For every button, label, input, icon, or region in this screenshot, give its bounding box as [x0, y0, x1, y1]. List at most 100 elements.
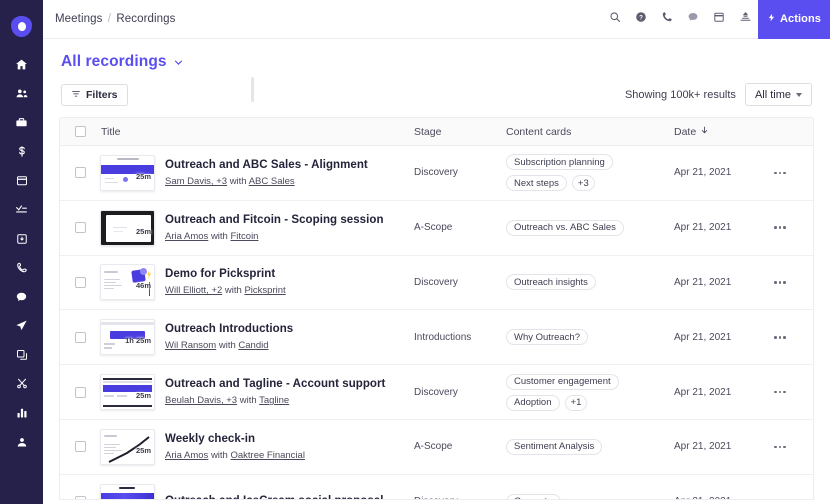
row-account[interactable]: Candid: [238, 340, 268, 351]
column-header-date[interactable]: Date: [674, 125, 766, 138]
row-actions-cell[interactable]: [766, 336, 813, 339]
row-account[interactable]: Fitcoin: [230, 231, 258, 242]
row-account[interactable]: Picksprint: [244, 285, 285, 296]
row-checkbox[interactable]: [74, 496, 86, 499]
recording-thumbnail[interactable]: [100, 483, 155, 499]
column-header-content-cards[interactable]: Content cards: [506, 126, 674, 138]
page-title-row[interactable]: All recordings: [61, 53, 830, 71]
content-card-pill[interactable]: Adoption: [506, 394, 560, 411]
row-checkbox[interactable]: [74, 167, 86, 179]
row-participants[interactable]: Beulah Davis, +3: [165, 395, 237, 406]
row-select-cell[interactable]: [60, 496, 100, 499]
row-checkbox[interactable]: [74, 386, 86, 398]
recording-thumbnail[interactable]: 25m: [100, 209, 155, 246]
row-actions-cell[interactable]: [766, 226, 813, 229]
row-title[interactable]: Outreach Introductions: [165, 322, 293, 337]
sidebar-item-profile[interactable]: [0, 427, 43, 456]
row-select-cell[interactable]: [60, 222, 100, 234]
more-options-icon[interactable]: [774, 226, 786, 229]
dialer-button[interactable]: [654, 0, 680, 39]
breadcrumb-parent[interactable]: Meetings: [55, 13, 102, 25]
recording-thumbnail[interactable]: 46m: [100, 264, 155, 301]
table-row[interactable]: 25m Outreach and ABC Sales - Alignment Sam…: [60, 146, 813, 201]
column-header-title[interactable]: Title: [100, 126, 414, 138]
row-select-cell[interactable]: [60, 441, 100, 453]
recording-thumbnail[interactable]: 25m: [100, 154, 155, 191]
more-options-icon[interactable]: [774, 336, 786, 339]
recording-thumbnail[interactable]: 25m: [100, 428, 155, 465]
row-actions-cell[interactable]: [766, 171, 813, 175]
row-title[interactable]: Outreach and Tagline - Account support: [165, 377, 385, 392]
row-account[interactable]: Tagline: [259, 395, 289, 406]
row-select-cell[interactable]: [60, 331, 100, 343]
more-options-icon[interactable]: [774, 445, 786, 449]
content-card-pill[interactable]: Why Outreach?: [506, 329, 588, 346]
sidebar-item-calendar[interactable]: [0, 166, 43, 195]
row-title[interactable]: Outreach and Fitcoin - Scoping session: [165, 213, 384, 228]
sidebar-item-reports[interactable]: [0, 398, 43, 427]
row-title[interactable]: Weekly check-in: [165, 432, 305, 447]
table-row[interactable]: 1h 25m Outreach Introductions Wil Ransom w…: [60, 310, 813, 366]
row-participants[interactable]: Aria Amos: [165, 450, 208, 461]
sidebar-item-snippets[interactable]: [0, 369, 43, 398]
row-checkbox[interactable]: [74, 222, 86, 234]
table-row[interactable]: 25m Weekly check-in Aria Amos with Oaktree…: [60, 419, 813, 475]
scroll-indicator[interactable]: [251, 77, 254, 102]
content-card-pill[interactable]: Customer engagement: [506, 373, 619, 390]
search-button[interactable]: [602, 0, 628, 39]
more-options-icon[interactable]: [774, 171, 786, 175]
table-row[interactable]: 46m Demo for Picksprint Will Elliott, +2 w…: [60, 255, 813, 311]
row-participants[interactable]: Will Elliott, +2: [165, 285, 222, 296]
content-card-pill[interactable]: Subscription planning: [506, 154, 613, 171]
content-card-pill[interactable]: Outreach vs. ABC Sales: [506, 219, 624, 236]
recording-thumbnail[interactable]: 1h 25m: [100, 319, 155, 356]
row-participants[interactable]: Wil Ransom: [165, 340, 216, 351]
row-checkbox[interactable]: [74, 276, 86, 288]
row-select-cell[interactable]: [60, 167, 100, 179]
row-select-cell[interactable]: [60, 276, 100, 288]
more-options-icon[interactable]: [774, 390, 786, 394]
table-row[interactable]: 25m Outreach and Tagline - Account suppor…: [60, 365, 813, 420]
more-options-icon[interactable]: [774, 281, 786, 284]
sidebar-item-messages[interactable]: [0, 282, 43, 311]
content-card-overflow-pill[interactable]: +1: [564, 394, 588, 411]
content-card-pill[interactable]: Outreach insights: [506, 274, 596, 291]
help-button[interactable]: ?: [628, 0, 654, 39]
sidebar-item-inbox[interactable]: [0, 224, 43, 253]
row-select-cell[interactable]: [60, 386, 100, 398]
time-range-dropdown[interactable]: All time: [744, 83, 812, 106]
row-participants[interactable]: Sam Davis, +3: [165, 176, 227, 187]
recording-thumbnail[interactable]: 25m: [100, 374, 155, 411]
sidebar-item-opportunities[interactable]: [0, 137, 43, 166]
row-title[interactable]: Outreach and ABC Sales - Alignment: [165, 158, 368, 173]
sidebar-item-calls[interactable]: [0, 253, 43, 282]
chat-button[interactable]: [680, 0, 706, 39]
content-card-pill[interactable]: Compete: [506, 493, 561, 499]
content-card-pill[interactable]: Next steps: [506, 175, 567, 192]
row-checkbox[interactable]: [74, 331, 86, 343]
actions-button[interactable]: Actions: [758, 0, 830, 39]
content-card-pill[interactable]: Sentiment Analysis: [506, 438, 603, 455]
sidebar-item-accounts[interactable]: [0, 108, 43, 137]
row-checkbox[interactable]: [74, 441, 86, 453]
column-header-stage[interactable]: Stage: [414, 126, 506, 138]
filters-button[interactable]: Filters: [61, 83, 128, 106]
sidebar-item-contacts[interactable]: [0, 79, 43, 108]
row-account[interactable]: ABC Sales: [249, 176, 295, 187]
sidebar-item-sequences[interactable]: [0, 311, 43, 340]
row-title[interactable]: Outreach and IceCream.social proposal: [165, 494, 384, 499]
select-all-checkbox[interactable]: [74, 126, 86, 137]
sidebar-item-home[interactable]: [0, 50, 43, 79]
row-actions-cell[interactable]: [766, 445, 813, 449]
table-row[interactable]: 25m Outreach and Fitcoin - Scoping sessio…: [60, 200, 813, 256]
select-all-cell[interactable]: [60, 126, 100, 137]
row-participants[interactable]: Aria Amos: [165, 231, 208, 242]
sidebar-item-templates[interactable]: [0, 340, 43, 369]
content-card-overflow-pill[interactable]: +3: [571, 175, 595, 192]
row-title[interactable]: Demo for Picksprint: [165, 267, 286, 282]
app-logo-icon[interactable]: [0, 8, 43, 44]
sidebar-item-tasks[interactable]: [0, 195, 43, 224]
row-actions-cell[interactable]: [766, 281, 813, 284]
settings-button[interactable]: [732, 0, 758, 39]
row-actions-cell[interactable]: [766, 390, 813, 394]
